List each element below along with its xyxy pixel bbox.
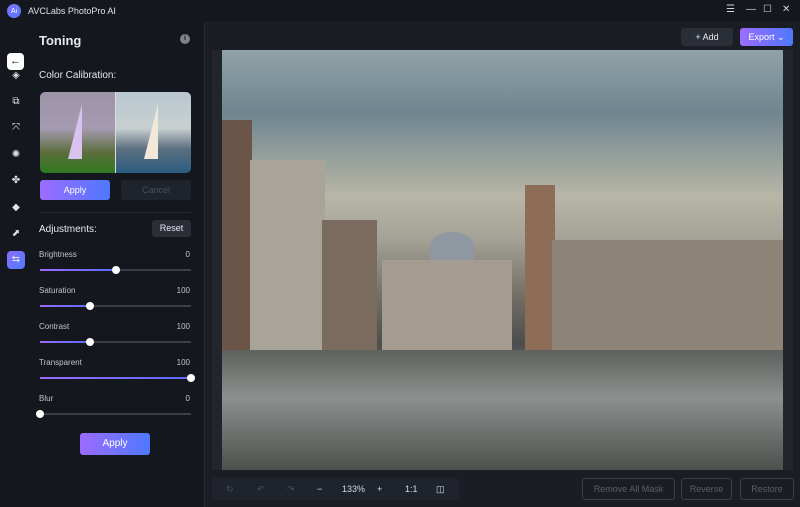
slider-value: 100 bbox=[176, 286, 190, 295]
slider-transparent[interactable] bbox=[40, 374, 195, 382]
before-image bbox=[40, 92, 115, 173]
slider-value: 0 bbox=[185, 250, 190, 259]
panel-title: Toning bbox=[39, 33, 82, 48]
replace-icon[interactable]: ⧉ bbox=[9, 95, 23, 109]
colorize-icon[interactable]: ◆ bbox=[9, 201, 23, 215]
menu-icon[interactable]: ☰ bbox=[726, 4, 735, 15]
expand-icon[interactable]: ⤧ bbox=[9, 121, 23, 135]
photo-preview[interactable] bbox=[222, 50, 783, 470]
adjustments-label: Adjustments: bbox=[39, 224, 97, 235]
color-calibration-label: Color Calibration: bbox=[39, 70, 117, 81]
reset-button[interactable]: Reset bbox=[152, 220, 191, 237]
slider-value: 100 bbox=[176, 322, 190, 331]
zoom-out-button[interactable]: − bbox=[317, 484, 322, 494]
slider-fill bbox=[40, 305, 90, 307]
slider-thumb[interactable] bbox=[36, 410, 44, 418]
zoom-in-button[interactable]: + bbox=[377, 484, 382, 494]
app-logo: Ai bbox=[7, 4, 21, 18]
tool-rail: ← ◈ ⧉ ⤧ ✺ ✤ ◆ ⬈ ⇆ bbox=[0, 22, 31, 507]
app-title: AVCLabs PhotoPro AI bbox=[28, 6, 116, 16]
slider-label: Saturation bbox=[39, 286, 76, 295]
slider-value: 0 bbox=[185, 394, 190, 403]
back-button[interactable]: ← bbox=[7, 53, 24, 70]
info-icon[interactable]: i bbox=[180, 34, 190, 44]
slider-thumb[interactable] bbox=[111, 266, 120, 274]
minimize-icon[interactable]: — bbox=[746, 4, 756, 15]
maximize-icon[interactable]: ☐ bbox=[763, 4, 772, 15]
chevron-down-icon: ⌄ bbox=[776, 32, 785, 42]
actual-size-button[interactable]: 1:1 bbox=[405, 484, 418, 494]
toning-icon[interactable]: ⇆ bbox=[7, 251, 25, 269]
slider-label: Transparent bbox=[39, 358, 82, 367]
apply-button[interactable]: Apply bbox=[80, 433, 150, 455]
calibration-apply-button[interactable]: Apply bbox=[40, 180, 110, 200]
slider-label: Brightness bbox=[39, 250, 77, 259]
rotate-icon[interactable]: ↻ bbox=[226, 484, 234, 495]
upscale-icon[interactable]: ⬈ bbox=[9, 227, 23, 241]
face-icon[interactable]: ✺ bbox=[9, 148, 23, 162]
slider-fill bbox=[40, 269, 116, 271]
calibration-cancel-button[interactable]: Cancel bbox=[121, 180, 191, 200]
close-icon[interactable]: ✕ bbox=[782, 4, 790, 15]
slider-thumb[interactable] bbox=[187, 374, 195, 382]
slider-label: Blur bbox=[39, 394, 54, 403]
after-image bbox=[115, 92, 191, 173]
remove-all-mask-button[interactable]: Remove All Mask bbox=[582, 478, 675, 500]
slider-saturation[interactable] bbox=[40, 302, 191, 310]
export-label: Export bbox=[748, 32, 775, 42]
reverse-button[interactable]: Reverse bbox=[681, 478, 732, 500]
slider-label: Contrast bbox=[39, 322, 70, 331]
eraser-icon[interactable]: ◈ bbox=[9, 69, 23, 83]
compare-icon[interactable]: ◫ bbox=[436, 484, 445, 495]
slider-value: 100 bbox=[176, 358, 190, 367]
slider-thumb[interactable] bbox=[85, 338, 94, 346]
slider-fill bbox=[40, 341, 90, 343]
divider bbox=[39, 212, 191, 213]
slider-blur[interactable] bbox=[36, 410, 191, 418]
slider-brightness[interactable] bbox=[40, 266, 191, 274]
slider-contrast[interactable] bbox=[40, 338, 191, 346]
calibration-preview bbox=[40, 92, 191, 173]
toning-panel: Toning i Color Calibration: Apply Cancel… bbox=[31, 22, 205, 507]
redo-icon[interactable]: ↷ bbox=[287, 484, 295, 495]
restore-button[interactable]: Restore bbox=[740, 478, 794, 500]
view-toolbar: ↻ ↶ ↷ − 133% + 1:1 ◫ bbox=[212, 478, 459, 500]
undo-icon[interactable]: ↶ bbox=[257, 484, 265, 495]
add-button[interactable]: + Add bbox=[681, 28, 733, 46]
export-button[interactable]: Export ⌄ bbox=[740, 28, 793, 46]
slider-fill bbox=[40, 377, 191, 379]
title-bar: Ai AVCLabs PhotoPro AI ☰ — ☐ ✕ bbox=[0, 0, 800, 22]
zoom-level: 133% bbox=[342, 484, 366, 494]
enhance-icon[interactable]: ✤ bbox=[9, 174, 23, 188]
slider-thumb[interactable] bbox=[85, 302, 94, 310]
